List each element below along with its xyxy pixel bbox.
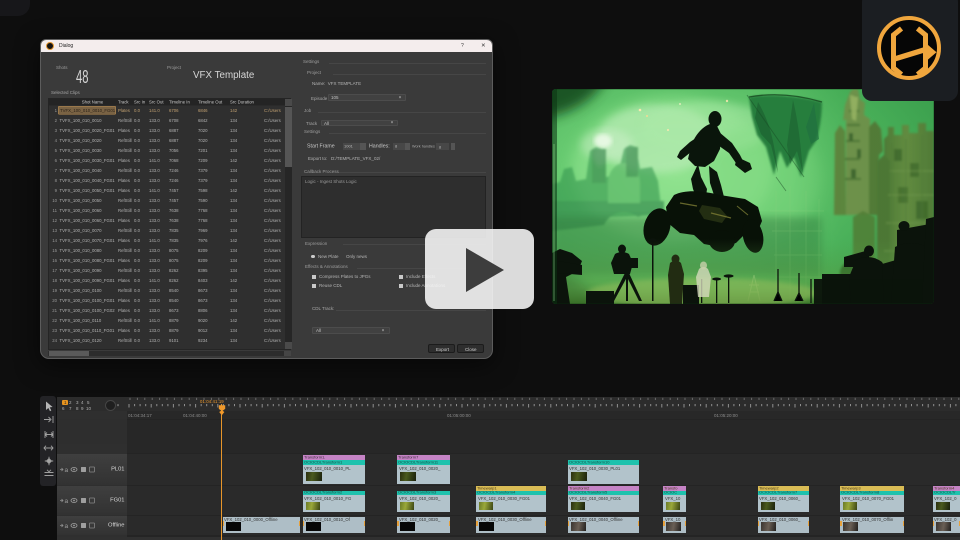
- svg-text:a: a: [65, 467, 69, 473]
- svg-text:a: a: [65, 498, 69, 504]
- svg-text:a: a: [65, 522, 69, 528]
